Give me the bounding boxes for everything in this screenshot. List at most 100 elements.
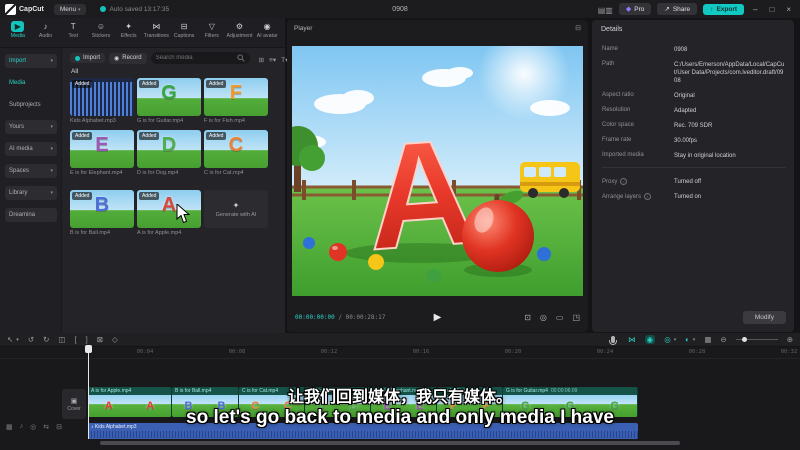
timeline-clip[interactable]: F is for Fish.mp4 F F <box>437 387 503 417</box>
playhead-handle[interactable] <box>85 345 92 353</box>
auto-ripple-icon[interactable]: ◉ <box>644 335 656 344</box>
sidebar-item-media[interactable]: Media <box>5 76 57 90</box>
chevron-down-icon: ▾ <box>673 336 677 343</box>
close-button[interactable]: × <box>783 5 794 14</box>
motion-tracking-icon[interactable]: ◎ <box>540 313 547 322</box>
detail-label: Imported media <box>602 152 644 158</box>
generate-with-ai-card[interactable]: ✦ Generate with AI <box>204 190 268 228</box>
sidebar-item-ai-media[interactable]: AI media ▾ <box>5 142 57 156</box>
preview-axis-icon[interactable]: ◐ <box>685 335 690 344</box>
panel-layout-alt-icon[interactable]: ▥ <box>605 6 613 15</box>
split-icon[interactable]: ◫ <box>58 335 65 344</box>
sidebar-item-library[interactable]: Library ▾ <box>5 186 57 200</box>
tab-transitions[interactable]: ⋈ Transitions <box>143 20 171 47</box>
tab-media[interactable]: ▶ Media <box>4 20 32 47</box>
timeline-clip[interactable]: B is for Ball.mp4 B B <box>172 387 239 417</box>
media-item[interactable]: G Added G is for Guitar.mp4 <box>137 78 201 124</box>
tab-audio[interactable]: ♪ Audio <box>32 20 60 47</box>
audio-clip[interactable]: ♪ Kids Alphabet.mp3 <box>88 423 638 439</box>
tab-filters[interactable]: ▽ Filters <box>198 20 226 47</box>
mirror-preview-icon[interactable]: ⊡ <box>524 313 531 322</box>
media-item[interactable]: A Added A is for Apple.mp4 <box>137 190 201 236</box>
tab-stickers[interactable]: ☺ Stickers <box>87 20 115 47</box>
media-item[interactable]: C Added C is for Cat.mp4 <box>204 130 268 176</box>
chevron-down-icon: ▾ <box>50 168 53 174</box>
media-item[interactable]: Added Kids Alphabet.mp3 <box>70 78 134 124</box>
hide-track-icon[interactable]: ◎ <box>30 423 36 431</box>
mute-track-icon[interactable]: ♪ <box>20 423 24 431</box>
detail-row: Frame rate 30.00fps <box>602 137 786 145</box>
tab-effects[interactable]: ✦ Effects <box>115 20 143 47</box>
sidebar-item-yours[interactable]: Yours ▾ <box>5 120 57 134</box>
mask-icon[interactable]: ◇ <box>112 335 118 344</box>
added-badge: Added <box>206 132 227 140</box>
sidebar-item-subprojects[interactable]: Subprojects <box>5 98 57 112</box>
maximize-button[interactable]: □ <box>766 5 777 14</box>
media-item[interactable]: D Added D is for Dog.mp4 <box>137 130 201 176</box>
record-voiceover-icon[interactable] <box>609 336 618 345</box>
export-button[interactable]: ↑ Export <box>703 3 745 15</box>
panel-options-icon[interactable]: ⊟ <box>575 24 581 32</box>
sidebar-item-import[interactable]: Import ▾ <box>5 54 57 68</box>
trim-left-icon[interactable]: [ <box>75 335 77 344</box>
sparkle-icon: ✦ <box>232 200 240 210</box>
menu-button[interactable]: Menu ▾ <box>53 3 87 15</box>
share-button[interactable]: ↗ Share <box>657 3 698 15</box>
modify-button[interactable]: Modify <box>742 311 786 324</box>
top-bar: CapCut Menu ▾ Auto saved 13:17:35 0908 ▤… <box>0 0 800 18</box>
pro-label: Pro <box>634 5 645 13</box>
sidebar-item-spaces[interactable]: Spaces ▾ <box>5 164 57 178</box>
tab-ai-avatar[interactable]: ◉ AI avatar <box>253 20 281 47</box>
chevron-down-icon: ▾ <box>50 146 53 152</box>
ratio-icon[interactable]: ▭ <box>556 313 564 322</box>
tab-adjustment[interactable]: ⚙ Adjustment <box>226 20 254 47</box>
info-icon[interactable] <box>644 193 652 200</box>
detail-value: Turned on <box>674 194 702 200</box>
horizontal-scrollbar[interactable] <box>100 441 680 445</box>
timeline-zoom-slider[interactable] <box>735 336 778 342</box>
select-tool-caret-icon[interactable]: ▾ <box>16 337 19 343</box>
video-thumbnail: D Added <box>137 130 201 168</box>
linking-icon[interactable]: ◎ <box>664 335 671 344</box>
share-icon: ↗ <box>664 6 670 13</box>
main-track-magnet-icon[interactable]: ⋈ <box>628 335 636 344</box>
redo-icon[interactable]: ↻ <box>43 335 49 344</box>
timeline-clip[interactable]: E is for Elephant.mp4 E E <box>371 387 437 417</box>
media-item[interactable]: F Added F is for Fish.mp4 <box>204 78 268 124</box>
select-tool-icon[interactable]: ↖ <box>7 335 13 344</box>
detail-label: Color space <box>602 122 635 128</box>
detail-label: Arrange layers <box>602 193 674 200</box>
timeline-clip[interactable]: G is for Guitar.mp4 00:00:06:09 G G G <box>503 387 638 417</box>
video-preview[interactable]: A <box>292 46 583 296</box>
fullscreen-icon[interactable]: ◳ <box>572 313 580 322</box>
playhead[interactable] <box>88 345 89 439</box>
pro-button[interactable]: ◆ Pro <box>618 3 652 15</box>
clip-name: C is for Cat.mp4 <box>239 387 304 395</box>
snapping-icon[interactable]: ▦ <box>704 335 711 344</box>
detail-row: Name 0908 <box>602 46 786 54</box>
media-item[interactable]: B Added B is for Ball.mp4 <box>70 190 134 236</box>
timeline-clip[interactable]: D is for Dog.mp4 D D <box>305 387 371 417</box>
minimize-button[interactable]: – <box>750 5 760 14</box>
zoom-slider-knob[interactable] <box>741 336 747 342</box>
trim-right-icon[interactable]: ] <box>86 335 88 344</box>
lock-track-icon[interactable]: ⊟ <box>56 423 62 431</box>
delete-icon[interactable]: ⊠ <box>97 335 103 344</box>
media-item[interactable]: E Added E is for Elephant.mp4 <box>70 130 134 176</box>
tab-captions[interactable]: ⊟ Captions <box>170 20 198 47</box>
transitions-icon: ⋈ <box>152 22 161 31</box>
timeline-clip[interactable]: C is for Cat.mp4 C C <box>239 387 305 417</box>
reorder-track-icon[interactable]: ⇆ <box>43 423 49 431</box>
tab-label: Text <box>68 33 79 39</box>
info-icon[interactable] <box>620 178 628 185</box>
timeline-clip[interactable]: A is for Apple.mp4 A A <box>88 387 172 417</box>
cover-button[interactable]: ▣ Cover <box>62 389 86 419</box>
tab-text[interactable]: T Text <box>59 20 87 47</box>
zoom-out-icon[interactable]: ⊖ <box>720 335 726 344</box>
zoom-in-icon[interactable]: ⊕ <box>787 335 793 344</box>
timeline-ruler[interactable]: 00:04 00:08 00:12 00:16 00:20 00:24 00:28 00:32 <box>0 347 800 359</box>
sidebar-item-dreamina[interactable]: Dreamina <box>5 208 57 222</box>
track-options-icon[interactable]: ▦ <box>6 423 13 431</box>
undo-icon[interactable]: ↺ <box>28 335 34 344</box>
player-header: Player ⊟ <box>287 20 588 36</box>
